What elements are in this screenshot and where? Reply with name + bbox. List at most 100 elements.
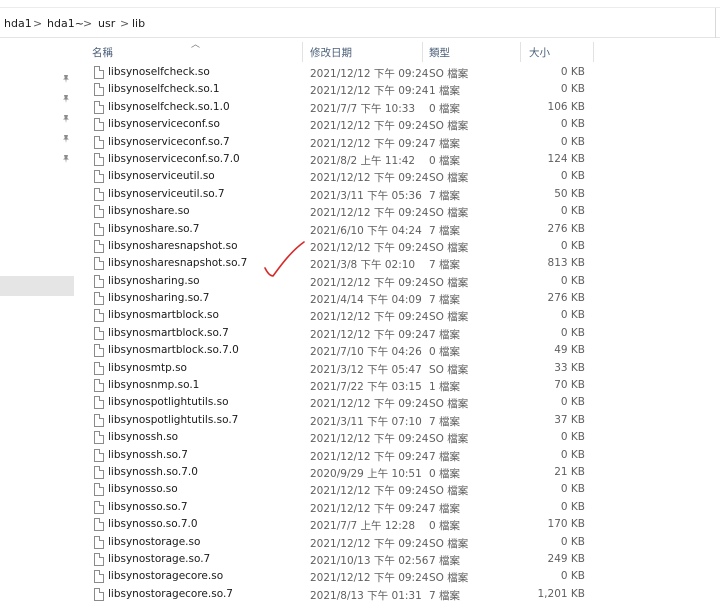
file-row[interactable]: libsynoserviceconf.so 2021/12/12 下午 09:24… xyxy=(74,116,720,133)
file-type: SO 檔案 xyxy=(429,241,469,254)
file-type: 7 檔案 xyxy=(429,415,461,428)
column-header-name[interactable]: 名稱 xyxy=(92,45,113,60)
file-name: libsynosharing.so.7 xyxy=(108,292,210,305)
file-date: 2021/8/13 下午 01:31 xyxy=(310,589,422,602)
column-header-size[interactable]: 大小 xyxy=(529,45,550,60)
file-row[interactable]: libsynoserviceutil.so 2021/12/12 下午 09:24… xyxy=(74,168,720,185)
file-row[interactable]: libsynostoragecore.so.7 2021/8/13 下午 01:3… xyxy=(74,586,720,603)
file-name: libsynostorage.so xyxy=(108,535,201,548)
breadcrumb-item-lib[interactable]: lib xyxy=(132,17,145,30)
file-type: SO 檔案 xyxy=(429,398,469,411)
file-row[interactable]: libsynosharing.so 2021/12/12 下午 09:24 SO 檔… xyxy=(74,273,720,290)
file-row[interactable]: libsynospotlightutils.so 2021/12/12 下午 09… xyxy=(74,394,720,411)
file-row[interactable]: libsynoshare.so.7 2021/6/10 下午 04:24 7 檔案 2… xyxy=(74,221,720,238)
breadcrumb-separator-icon[interactable]: > xyxy=(120,17,129,30)
address-bar[interactable]: hda1 > hda1~ > usr > lib xyxy=(0,8,720,38)
file-row[interactable]: libsynosmtp.so 2021/3/12 下午 05:47 SO 檔案 33 … xyxy=(74,360,720,377)
breadcrumb-separator-icon[interactable]: > xyxy=(33,17,42,30)
file-row[interactable]: libsynosmartblock.so.7.0 2021/7/10 下午 04:… xyxy=(74,342,720,359)
file-name: libsynosmartblock.so xyxy=(108,309,219,322)
file-date: 2020/9/29 上午 10:51 xyxy=(310,467,422,480)
file-type: SO 檔案 xyxy=(429,485,469,498)
file-type: 7 檔案 xyxy=(429,224,461,237)
file-row[interactable]: libsynosso.so.7.0 2021/7/7 上午 12:28 0 檔案 17… xyxy=(74,516,720,533)
file-row[interactable]: libsynostorage.so.7 2021/10/13 下午 02:56 7 … xyxy=(74,551,720,568)
breadcrumb: hda1 > hda1~ > usr > lib xyxy=(0,8,716,38)
file-row[interactable]: libsynossh.so 2021/12/12 下午 09:24 SO 檔案 0 K… xyxy=(74,429,720,446)
file-row[interactable]: libsynoshare.so 2021/12/12 下午 09:24 SO 檔案 0… xyxy=(74,203,720,220)
file-icon xyxy=(94,361,104,375)
breadcrumb-item-hda1-tilde[interactable]: hda1~ xyxy=(47,17,84,30)
file-type: 7 檔案 xyxy=(429,189,461,202)
pin-icon[interactable] xyxy=(61,74,71,84)
file-row[interactable]: libsynostorage.so 2021/12/12 下午 09:24 SO 檔… xyxy=(74,534,720,551)
file-type: SO 檔案 xyxy=(429,311,469,324)
file-date: 2021/3/12 下午 05:47 xyxy=(310,363,422,376)
file-date: 2021/3/11 下午 05:36 xyxy=(310,189,422,202)
file-row[interactable]: libsynosmartblock.so 2021/12/12 下午 09:24 S… xyxy=(74,307,720,324)
file-row[interactable]: libsynoserviceconf.so.7.0 2021/8/2 上午 11:… xyxy=(74,151,720,168)
pin-icon[interactable] xyxy=(61,94,71,104)
file-row[interactable]: libsynosso.so.7 2021/12/12 下午 09:24 7 檔案 0 … xyxy=(74,499,720,516)
file-row[interactable]: libsynosharesnapshot.so.7 2021/3/8 下午 02:… xyxy=(74,255,720,272)
file-date: 2021/12/12 下午 09:24 xyxy=(310,328,429,341)
breadcrumb-item-hda1[interactable]: hda1 xyxy=(4,17,32,30)
column-divider[interactable] xyxy=(422,42,423,62)
file-size: 249 KB xyxy=(547,552,585,565)
file-icon xyxy=(94,518,104,532)
file-date: 2021/12/12 下午 09:24 xyxy=(310,398,429,411)
file-icon xyxy=(94,326,104,340)
column-header-date[interactable]: 修改日期 xyxy=(310,45,352,60)
file-type: 7 檔案 xyxy=(429,450,461,463)
file-name: libsynoselfcheck.so.1.0 xyxy=(108,100,230,113)
file-type: SO 檔案 xyxy=(429,276,469,289)
file-row[interactable]: libsynoserviceutil.so.7 2021/3/11 下午 05:3… xyxy=(74,186,720,203)
column-divider[interactable] xyxy=(520,42,521,62)
file-size: 0 KB xyxy=(560,135,585,148)
nav-selected-item[interactable] xyxy=(0,276,74,296)
file-row[interactable]: libsynosmartblock.so.7 2021/12/12 下午 09:2… xyxy=(74,325,720,342)
column-divider[interactable] xyxy=(593,42,594,62)
file-row[interactable]: libsynospotlightutils.so.7 2021/3/11 下午 0… xyxy=(74,412,720,429)
file-size: 124 KB xyxy=(547,152,585,165)
sort-up-arrow-icon: ︿ xyxy=(191,40,201,50)
navigation-pane xyxy=(0,38,74,603)
file-type: SO 檔案 xyxy=(429,207,469,220)
pin-icon[interactable] xyxy=(61,114,71,124)
file-row[interactable]: libsynoselfcheck.so 2021/12/12 下午 09:24 SO… xyxy=(74,64,720,81)
file-type: 0 檔案 xyxy=(429,520,461,533)
file-row[interactable]: libsynosharing.so.7 2021/4/14 下午 04:09 7 檔… xyxy=(74,290,720,307)
file-row[interactable]: libsynoselfcheck.so.1 2021/12/12 下午 09:24… xyxy=(74,81,720,98)
file-icon xyxy=(94,239,104,253)
file-row[interactable]: libsynosso.so 2021/12/12 下午 09:24 SO 檔案 0 K… xyxy=(74,481,720,498)
file-row[interactable]: libsynoselfcheck.so.1.0 2021/7/7 下午 10:33… xyxy=(74,99,720,116)
file-size: 1,201 KB xyxy=(537,587,586,600)
column-divider[interactable] xyxy=(302,42,303,62)
file-size: 0 KB xyxy=(560,570,585,583)
file-icon xyxy=(94,170,104,184)
file-date: 2021/12/12 下午 09:24 xyxy=(310,68,429,80)
file-name: libsynosmartblock.so.7.0 xyxy=(108,344,239,357)
pin-icon[interactable] xyxy=(61,134,71,144)
file-row[interactable]: libsynossh.so.7.0 2020/9/29 上午 10:51 0 檔案 2… xyxy=(74,464,720,481)
breadcrumb-item-usr[interactable]: usr xyxy=(98,17,115,30)
file-size: 276 KB xyxy=(547,222,585,235)
file-date: 2021/7/22 下午 03:15 xyxy=(310,381,422,394)
file-row[interactable]: libsynosharesnapshot.so 2021/12/12 下午 09:… xyxy=(74,238,720,255)
file-date: 2021/12/12 下午 09:24 xyxy=(310,172,429,185)
file-size: 0 KB xyxy=(560,274,585,287)
file-name: libsynospotlightutils.so xyxy=(108,396,229,409)
column-header-type[interactable]: 類型 xyxy=(429,45,450,60)
file-size: 276 KB xyxy=(547,292,585,305)
pin-icon[interactable] xyxy=(61,154,71,164)
breadcrumb-separator-icon[interactable]: > xyxy=(83,17,92,30)
file-row[interactable]: libsynosnmp.so.1 2021/7/22 下午 03:15 1 檔案 70… xyxy=(74,377,720,394)
file-row[interactable]: libsynostoragecore.so 2021/12/12 下午 09:24… xyxy=(74,568,720,585)
file-row[interactable]: libsynoserviceconf.so.7 2021/12/12 下午 09:… xyxy=(74,134,720,151)
file-size: 37 KB xyxy=(554,413,585,426)
file-date: 2021/12/12 下午 09:24 xyxy=(310,502,429,515)
file-name: libsynostoragecore.so.7 xyxy=(108,587,233,600)
file-name: libsynoshare.so.7 xyxy=(108,222,200,235)
file-row[interactable]: libsynossh.so.7 2021/12/12 下午 09:24 7 檔案 0 … xyxy=(74,447,720,464)
file-date: 2021/12/12 下午 09:24 xyxy=(310,207,429,220)
